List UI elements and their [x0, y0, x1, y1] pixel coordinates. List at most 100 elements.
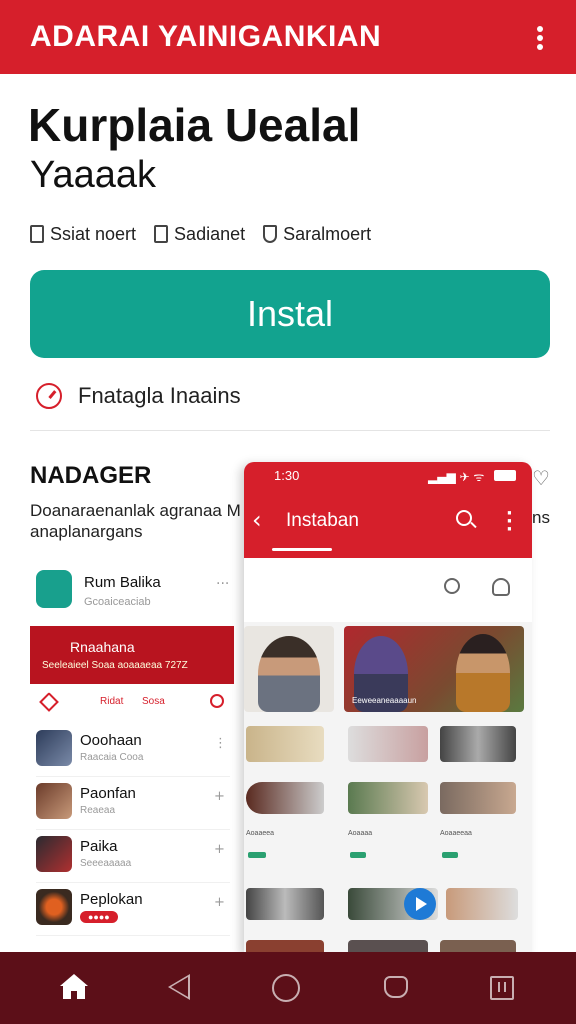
feature-label: Fnatagla Inaains	[78, 383, 241, 408]
search-icon	[456, 510, 472, 526]
item-action-icon: +	[214, 789, 225, 804]
item-badge: ●●●●	[80, 911, 118, 923]
tab-indicator	[272, 548, 332, 551]
video-tile	[348, 726, 428, 762]
install-button[interactable]: Instal	[30, 270, 550, 358]
app-title: Rum Balika	[84, 574, 161, 591]
app-subtitle: Gcoaiceaciab	[84, 596, 151, 608]
section-title: NADAGER	[30, 462, 152, 489]
video-tile	[440, 782, 516, 814]
list-item: Paika Seeeaaaaa +	[36, 830, 230, 883]
meta-item-1: Ssiat noert	[30, 224, 136, 245]
video-tile: Eeweeaneaaaaun	[344, 626, 524, 712]
more-options-icon: · · ·	[506, 503, 513, 540]
person-figure	[258, 636, 320, 712]
tile-badge	[350, 852, 366, 858]
tab-label: Sosa	[142, 696, 165, 707]
item-name: Peplokan	[80, 891, 143, 908]
mini-list: Ooohaan Raacaia Cooa ⋮ Paonfan Reaeaa + …	[36, 724, 230, 936]
meta-label: Ssiat noert	[50, 223, 137, 244]
meta-item-3: Saralmoert	[263, 224, 371, 245]
tile-badge	[442, 852, 458, 858]
search-icon	[444, 578, 460, 594]
bottom-navigation-bar	[0, 952, 576, 1024]
recent-apps-icon[interactable]	[482, 968, 522, 1008]
item-action-icon: +	[214, 895, 225, 910]
banner: Rnaahana Seeleaieel Soaa aoaaaeaa 727Z	[30, 626, 234, 684]
search-icon	[210, 694, 224, 708]
battery-icon	[494, 470, 516, 481]
status-bar: 1:30 ▂▄▆ ✈ ᯤ	[244, 462, 532, 490]
video-tile	[246, 888, 324, 920]
inner-app-bar: ‹ Instaban · · ·	[244, 490, 532, 558]
list-item: Rum Balika Gcoaiceaciab ···	[36, 570, 230, 614]
side-text: ns	[532, 508, 550, 527]
inner-toolbar	[244, 558, 532, 622]
thumbnail	[36, 730, 72, 766]
more-icon: ···	[216, 576, 230, 592]
tile-caption: Aoaaeeaa	[440, 830, 472, 837]
tab-label: Ridat	[100, 696, 124, 707]
item-name: Paika	[80, 838, 118, 855]
screenshot-right[interactable]: 1:30 ▂▄▆ ✈ ᯤ ‹ Instaban · · · Eeweeaneaaaa…	[244, 462, 532, 954]
meta-label: Sadianet	[174, 223, 246, 244]
video-tile	[348, 782, 428, 814]
video-tile	[244, 626, 334, 712]
status-time: 1:30	[274, 468, 300, 483]
item-action-icon: +	[214, 842, 225, 857]
tile-caption: Aoaaeea	[246, 830, 275, 837]
home-icon[interactable]	[54, 968, 94, 1008]
app-name: Kurplaia Uealal	[28, 99, 361, 151]
play-icon	[404, 888, 436, 920]
profile-icon	[492, 578, 510, 596]
heart-icon[interactable]: ♡	[532, 466, 550, 490]
shield-icon	[263, 225, 278, 243]
top-app-bar: ADARAI YAINIGANKIAN	[0, 0, 576, 74]
list-item: Paonfan Reaeaa +	[36, 777, 230, 830]
back-arrow-icon: ‹	[252, 506, 262, 534]
meta-item-2: Sadianet	[154, 224, 245, 245]
signal-icon: ▂▄▆ ✈ ᯤ	[428, 470, 485, 484]
thumbnail	[36, 783, 72, 819]
inner-title: Instaban	[286, 510, 359, 531]
video-tile	[246, 782, 324, 814]
list-item: Ooohaan Raacaia Cooa ⋮	[36, 724, 230, 777]
home-icon	[39, 692, 59, 712]
banner-title: Rnaahana	[70, 639, 135, 655]
divider	[30, 430, 550, 431]
tile-caption: Aoaaaa	[348, 830, 373, 837]
section-description: Doanaraenanlak agranaa M anaplanargans	[30, 501, 241, 541]
feature-row[interactable]: Fnatagla Inaains	[36, 378, 241, 414]
document-icon	[30, 225, 44, 243]
clock-icon	[36, 383, 62, 409]
item-name: Ooohaan	[80, 732, 142, 749]
screenshot-left[interactable]: Rum Balika Gcoaiceaciab ··· Rnaahana See…	[30, 560, 234, 952]
video-tile	[446, 888, 518, 920]
mini-tabs: Ridat Sosa	[30, 690, 234, 716]
list-item: Peplokan ●●●● +	[36, 883, 230, 936]
developer-name[interactable]: Yaaaak	[30, 154, 156, 197]
app-meta-row: Ssiat noert Sadianet Saralmoert	[30, 220, 389, 248]
meta-label: Saralmoert	[283, 223, 372, 244]
video-grid: Eeweeaneaaaaun Aoaaeea Aoaaaa Aoaaeeaa	[244, 626, 532, 954]
thumbnail	[36, 889, 72, 925]
app-logo-icon	[36, 570, 72, 608]
item-sub: Seeeaaaaa	[80, 858, 132, 869]
video-tile	[246, 726, 324, 762]
tile-caption: Eeweeaneaaaaun	[352, 696, 417, 705]
thumbnail	[36, 836, 72, 872]
item-name: Paonfan	[80, 785, 136, 802]
item-sub: Raacaia Cooa	[80, 752, 144, 763]
circle-home-icon[interactable]	[266, 968, 306, 1008]
video-tile	[440, 726, 516, 762]
bookmark-icon[interactable]	[376, 968, 416, 1008]
bookmark-icon	[154, 225, 169, 243]
banner-subtitle: Seeleaieel Soaa aoaaaeaa 727Z	[42, 660, 188, 671]
item-sub: Reaeaa	[80, 805, 116, 816]
more-options-icon[interactable]	[528, 22, 552, 54]
back-icon[interactable]	[158, 968, 198, 1008]
item-action-icon: ⋮	[214, 736, 227, 751]
app-bar-title: ADARAI YAINIGANKIAN	[30, 20, 382, 53]
tile-badge	[248, 852, 266, 858]
person-figure	[456, 634, 510, 712]
